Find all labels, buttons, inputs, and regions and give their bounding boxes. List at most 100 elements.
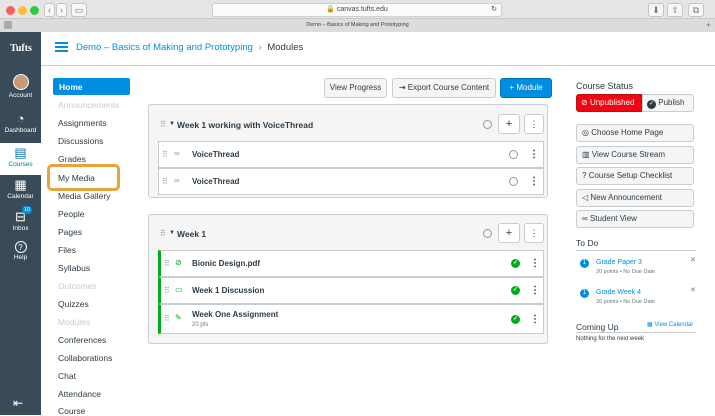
course-nav-chat[interactable]: Chat bbox=[58, 371, 76, 381]
zoom-window-icon[interactable] bbox=[30, 6, 39, 15]
drag-handle-icon[interactable]: ⠿ bbox=[162, 150, 168, 159]
add-item-button[interactable]: + bbox=[498, 114, 520, 134]
course-setup-checklist-button[interactable]: ? Course Setup Checklist bbox=[576, 167, 694, 185]
item-title[interactable]: Week One Assignment bbox=[192, 310, 278, 319]
todo-item-title[interactable]: Grade Paper 3 bbox=[596, 259, 642, 266]
course-nav-home[interactable]: Home bbox=[59, 82, 83, 92]
course-nav-announcements[interactable]: Announcements bbox=[58, 100, 119, 110]
nav-help[interactable]: ? Help bbox=[0, 241, 41, 271]
kebab-menu-icon[interactable]: ⋮ bbox=[530, 286, 540, 296]
drag-handle-icon[interactable]: ⠿ bbox=[164, 286, 170, 295]
module-item[interactable]: ⠿ ▭ Week 1 Discussion ✓ ⋮ bbox=[158, 277, 544, 304]
calendar-icon: ▦ bbox=[647, 322, 653, 328]
course-nav-media-gallery[interactable]: Media Gallery bbox=[58, 191, 110, 201]
course-nav-attendance[interactable]: Attendance bbox=[58, 389, 101, 399]
course-nav-syllabus[interactable]: Syllabus bbox=[58, 263, 90, 273]
tufts-logo[interactable]: Tufts bbox=[4, 43, 38, 54]
tab-title[interactable]: Demo – Basics of Making and Prototyping bbox=[306, 22, 408, 28]
course-nav-outcomes[interactable]: Outcomes bbox=[58, 281, 97, 291]
forward-icon[interactable]: › bbox=[56, 3, 67, 17]
choose-home-page-button[interactable]: ◎ Choose Home Page bbox=[576, 124, 694, 142]
nav-account[interactable]: Account bbox=[0, 74, 41, 104]
course-nav-files[interactable]: Files bbox=[58, 245, 76, 255]
add-module-button[interactable]: + Module bbox=[500, 78, 552, 98]
drag-handle-icon[interactable]: ⠿ bbox=[160, 120, 166, 129]
todo-item-title[interactable]: Grade Week 4 bbox=[596, 289, 641, 296]
module-item[interactable]: ⠿ ∞ VoiceThread ⋮ bbox=[158, 141, 544, 168]
export-course-content-button[interactable]: ⇥ Export Course Content bbox=[392, 78, 496, 98]
course-nav-conferences[interactable]: Conferences bbox=[58, 335, 106, 345]
published-check-icon[interactable]: ✓ bbox=[511, 286, 520, 295]
minimize-window-icon[interactable] bbox=[18, 6, 27, 15]
share-icon[interactable]: ⇧ bbox=[667, 3, 683, 17]
drag-handle-icon[interactable]: ⠿ bbox=[160, 229, 166, 238]
item-title[interactable]: VoiceThread bbox=[192, 150, 239, 159]
module-options-button[interactable]: ⋮ bbox=[524, 223, 544, 243]
unpublished-icon[interactable] bbox=[509, 150, 518, 159]
tabs-overview-icon[interactable]: ⧉ bbox=[688, 3, 704, 17]
breadcrumb-course[interactable]: Demo – Basics of Making and Prototyping bbox=[76, 42, 253, 53]
drag-handle-icon[interactable]: ⠿ bbox=[164, 259, 170, 268]
nav-courses-label: Courses bbox=[8, 161, 33, 168]
module-options-button[interactable]: ⋮ bbox=[524, 114, 544, 134]
course-nav-discussions[interactable]: Discussions bbox=[58, 136, 103, 146]
unpublished-button[interactable]: ⊘ Unpublished bbox=[576, 94, 642, 112]
todo-heading: To Do bbox=[576, 238, 599, 248]
kebab-menu-icon[interactable]: ⋮ bbox=[530, 259, 540, 269]
course-nav-my-media[interactable]: My Media bbox=[58, 173, 95, 183]
module-item[interactable]: ⠿ ∞ VoiceThread ⋮ bbox=[158, 168, 544, 195]
course-nav-people[interactable]: People bbox=[58, 209, 84, 219]
add-item-button[interactable]: + bbox=[498, 223, 520, 243]
drag-handle-icon[interactable]: ⠿ bbox=[164, 314, 170, 323]
module-item[interactable]: ⠿ ✎ Week One Assignment 20 pts ✓ ⋮ bbox=[158, 304, 544, 334]
breadcrumb: Demo – Basics of Making and Prototyping … bbox=[76, 42, 303, 53]
reload-icon[interactable]: ↻ bbox=[491, 4, 497, 16]
unpublished-icon[interactable] bbox=[509, 177, 518, 186]
address-bar[interactable]: 🔒 canvas.tufts.edu ↻ bbox=[212, 3, 502, 17]
nav-inbox[interactable]: ⊟ 10 Inbox bbox=[0, 206, 41, 240]
publish-button[interactable]: ✓ Publish bbox=[642, 94, 694, 112]
link-icon: ∞ bbox=[174, 176, 180, 185]
collapse-arrow-icon[interactable]: ▼ bbox=[169, 121, 175, 127]
kebab-menu-icon[interactable]: ⋮ bbox=[529, 150, 539, 160]
dismiss-icon[interactable]: ✕ bbox=[690, 286, 696, 294]
kebab-menu-icon[interactable]: ⋮ bbox=[529, 177, 539, 187]
collapse-arrow-icon[interactable]: ▼ bbox=[169, 230, 175, 236]
collapse-icon[interactable]: ⇤ bbox=[13, 396, 23, 410]
course-nav-collaborations[interactable]: Collaborations bbox=[58, 353, 112, 363]
new-announcement-button[interactable]: ◁ New Announcement bbox=[576, 189, 694, 207]
published-check-icon[interactable]: ✓ bbox=[511, 259, 520, 268]
nav-dashboard[interactable]: ◔ Dashboard bbox=[0, 112, 41, 142]
course-nav-assignments[interactable]: Assignments bbox=[58, 118, 107, 128]
published-check-icon[interactable]: ✓ bbox=[511, 315, 520, 324]
item-title[interactable]: VoiceThread bbox=[192, 177, 239, 186]
dismiss-icon[interactable]: ✕ bbox=[690, 256, 696, 264]
unpublished-icon[interactable] bbox=[483, 229, 492, 238]
nav-calendar[interactable]: ▦ Calendar bbox=[0, 178, 41, 208]
kebab-menu-icon: ⋮ bbox=[529, 119, 539, 129]
view-calendar-link[interactable]: ▦ View Calendar bbox=[647, 321, 693, 328]
student-view-button[interactable]: ∞ Student View bbox=[576, 210, 694, 228]
module-title[interactable]: Week 1 working with VoiceThread bbox=[177, 120, 313, 130]
nav-dashboard-label: Dashboard bbox=[4, 127, 37, 134]
kebab-menu-icon[interactable]: ⋮ bbox=[530, 315, 540, 325]
nav-courses[interactable]: ▤ Courses bbox=[0, 143, 41, 175]
course-nav-quizzes[interactable]: Quizzes bbox=[58, 299, 89, 309]
unpublished-icon[interactable] bbox=[483, 120, 492, 129]
item-title[interactable]: Week 1 Discussion bbox=[192, 286, 264, 295]
close-window-icon[interactable] bbox=[6, 6, 15, 15]
course-nav-modules[interactable]: Modules bbox=[58, 317, 90, 327]
new-tab-icon[interactable]: + bbox=[706, 19, 711, 32]
item-title[interactable]: Bionic Design.pdf bbox=[192, 259, 260, 268]
module-item[interactable]: ⠿ ⊘ Bionic Design.pdf ✓ ⋮ bbox=[158, 250, 544, 277]
course-nav-grades[interactable]: Grades bbox=[58, 154, 86, 164]
drag-handle-icon[interactable]: ⠿ bbox=[162, 177, 168, 186]
view-progress-button[interactable]: View Progress bbox=[324, 78, 387, 98]
hamburger-menu-icon[interactable] bbox=[55, 42, 68, 52]
sidebar-toggle-icon[interactable]: ▭ bbox=[71, 3, 87, 17]
downloads-icon[interactable]: ⬇ bbox=[648, 3, 664, 17]
back-icon[interactable]: ‹ bbox=[44, 3, 55, 17]
module-title[interactable]: Week 1 bbox=[177, 229, 206, 239]
course-nav-pages[interactable]: Pages bbox=[58, 227, 82, 237]
view-course-stream-button[interactable]: ▥ View Course Stream bbox=[576, 146, 694, 164]
